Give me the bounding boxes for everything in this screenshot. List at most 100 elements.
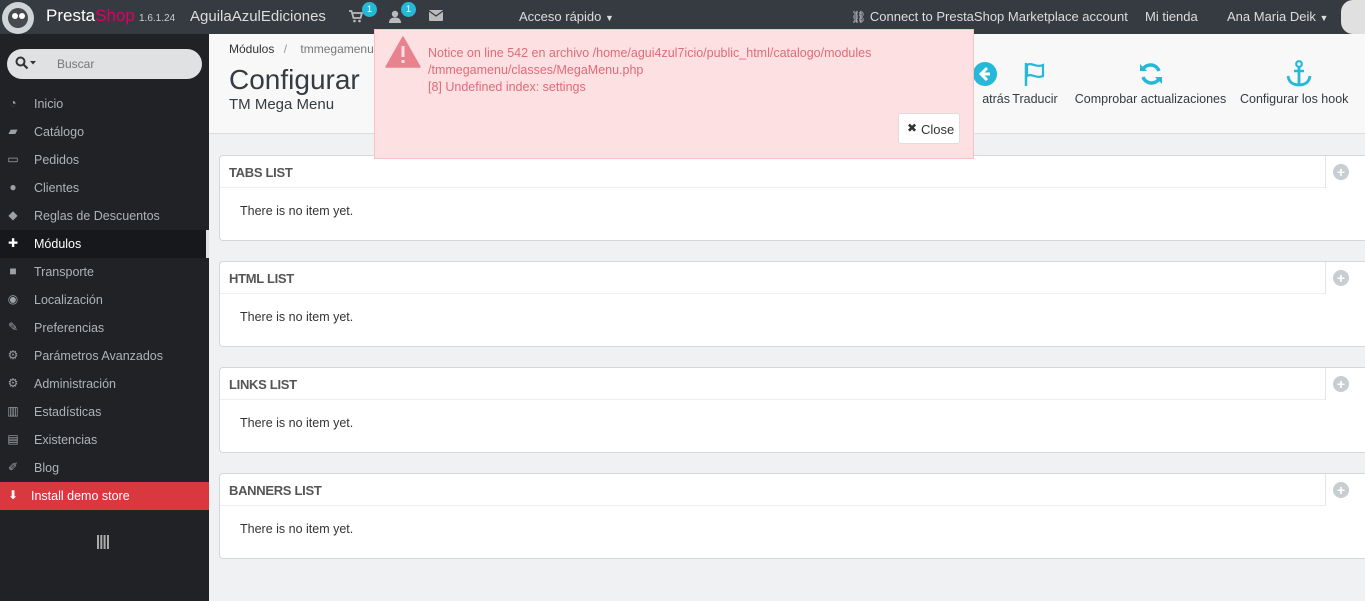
truck-icon: ■ xyxy=(9,264,17,278)
sidebar-item-label: Administración xyxy=(34,377,116,391)
brand-shop: Shop xyxy=(95,6,135,25)
panel-heading: BANNERS LIST xyxy=(220,474,1325,506)
check-updates-label: Comprobar actualizaciones xyxy=(1074,92,1227,106)
plus-circle-icon: + xyxy=(1333,164,1349,180)
caret-down-icon: ▼ xyxy=(605,13,614,23)
sidebar-item-catalogo[interactable]: ▰ Catálogo xyxy=(0,118,209,146)
panel-heading: HTML LIST xyxy=(220,262,1325,294)
connect-marketplace-link[interactable]: ⛓ Connect to PrestaShop Marketplace acco… xyxy=(851,9,1128,24)
page-title: Configurar xyxy=(229,64,360,95)
empty-message: There is no item yet. xyxy=(240,416,354,430)
plus-circle-icon: + xyxy=(1333,376,1349,392)
sidebar-item-label: Install demo store xyxy=(31,489,130,503)
quick-access-label: Acceso rápido xyxy=(519,9,602,24)
notice-line-2: /tmmegamenu/classes/MegaMenu.php xyxy=(428,63,644,77)
sidebar-item-existencias[interactable]: ▤ Existencias xyxy=(0,426,209,454)
add-link-button[interactable]: + xyxy=(1325,368,1365,400)
orders-badge: 1 xyxy=(362,2,377,17)
add-html-button[interactable]: + xyxy=(1325,262,1365,294)
sidebar-item-clientes[interactable]: ● Clientes xyxy=(0,174,209,202)
breadcrumb-root[interactable]: Módulos xyxy=(229,42,274,56)
quick-access-dropdown[interactable]: Acceso rápido ▼ xyxy=(519,9,614,24)
translate-button[interactable]: Traducir xyxy=(1010,56,1060,106)
sidebar-item-estadisticas[interactable]: ▥ Estadísticas xyxy=(0,398,209,426)
collapse-sidebar-icon[interactable] xyxy=(97,535,109,552)
sidebar-item-inicio[interactable]: ◔ Inicio xyxy=(0,90,209,118)
close-label: Close xyxy=(921,122,955,137)
credit-card-icon: ▭ xyxy=(7,152,19,166)
configure-hooks-button[interactable]: Configurar los hook xyxy=(1240,56,1365,106)
avatar[interactable] xyxy=(1341,0,1365,34)
notice-line-1: Notice on line 542 en archivo /home/agui… xyxy=(428,46,872,60)
user-menu[interactable]: Ana Maria Deik ▼ xyxy=(1227,9,1328,24)
refresh-icon xyxy=(1073,56,1228,92)
shop-name-link[interactable]: AguilaAzulEdiciones xyxy=(190,8,326,25)
html-list-panel: HTML LIST + There is no item yet. xyxy=(219,261,1365,347)
check-updates-button[interactable]: Comprobar actualizaciones xyxy=(1073,56,1228,106)
panel-title: LINKS LIST xyxy=(229,377,297,392)
download-icon: ⬇ xyxy=(7,488,19,502)
cog-icon: ⚙ xyxy=(7,376,19,390)
sidebar-item-label: Estadísticas xyxy=(34,405,102,419)
sidebar-item-label: Parámetros Avanzados xyxy=(34,349,164,363)
close-button[interactable]: ✖ Close xyxy=(898,113,960,144)
sidebar-item-label: Catálogo xyxy=(34,125,85,139)
sidebar-item-label: Reglas de Descuentos xyxy=(34,209,160,223)
my-store-link[interactable]: Mi tienda xyxy=(1145,9,1198,24)
add-banner-button[interactable]: + xyxy=(1325,474,1365,506)
page-subtitle: TM Mega Menu xyxy=(229,96,335,113)
panel-title: TABS LIST xyxy=(229,165,293,180)
archive-icon: ▤ xyxy=(7,432,19,446)
sidebar-item-label: Existencias xyxy=(34,433,98,447)
sidebar-item-blog[interactable]: ✐ Blog xyxy=(0,454,209,482)
panel-heading: TABS LIST xyxy=(220,156,1325,188)
brand-name[interactable]: PrestaShop xyxy=(46,6,135,26)
sidebar-item-descuentos[interactable]: ◆ Reglas de Descuentos xyxy=(0,202,209,230)
sidebar-item-transporte[interactable]: ■ Transporte xyxy=(0,258,209,286)
banners-list-panel: BANNERS LIST + There is no item yet. xyxy=(219,473,1365,559)
sidebar-item-preferencias[interactable]: ✎ Preferencias xyxy=(0,314,209,342)
customers-badge: 1 xyxy=(401,2,416,17)
sidebar: Buscar ◔ Inicio ▰ Catálogo ▭ Pedidos ● C… xyxy=(0,34,209,601)
wrench-icon: ✎ xyxy=(7,320,19,334)
anchor-icon xyxy=(1240,56,1365,92)
error-notice: Notice on line 542 en archivo /home/agui… xyxy=(374,29,974,159)
sidebar-item-label: Pedidos xyxy=(34,153,80,167)
breadcrumb: Módulos / tmmegamenu xyxy=(229,42,374,56)
sidebar-item-modulos[interactable]: ✚ Módulos xyxy=(0,230,209,258)
notice-message: Notice on line 542 en archivo /home/agui… xyxy=(428,45,871,96)
close-icon: ✖ xyxy=(907,121,918,135)
sidebar-item-label: Módulos xyxy=(34,237,82,251)
dashboard-icon: ◔ xyxy=(9,96,17,110)
sidebar-item-label: Inicio xyxy=(34,97,64,111)
tabs-list-panel: TABS LIST + There is no item yet. xyxy=(219,155,1365,241)
sidebar-item-parametros[interactable]: ⚙ Parámetros Avanzados xyxy=(0,342,209,370)
connect-label: Connect to PrestaShop Marketplace accoun… xyxy=(869,9,1128,24)
sidebar-item-administracion[interactable]: ⚙ Administración xyxy=(0,370,209,398)
search-icon[interactable] xyxy=(15,56,37,73)
prestashop-logo[interactable] xyxy=(2,2,34,34)
panel-title: HTML LIST xyxy=(229,271,294,286)
plus-circle-icon: + xyxy=(1333,482,1349,498)
link-broken-icon: ⛓ xyxy=(851,10,867,24)
install-demo-store-button[interactable]: ⬇ Install demo store xyxy=(0,482,209,510)
envelope-icon[interactable] xyxy=(428,10,445,24)
sidebar-item-localizacion[interactable]: ◉ Localización xyxy=(0,286,209,314)
flag-icon xyxy=(1010,56,1060,92)
sidebar-item-label: Transporte xyxy=(34,265,94,279)
sidebar-item-label: Blog xyxy=(34,461,60,475)
sidebar-item-pedidos[interactable]: ▭ Pedidos xyxy=(0,146,209,174)
puzzle-icon: ✚ xyxy=(7,236,19,250)
links-list-panel: LINKS LIST + There is no item yet. xyxy=(219,367,1365,453)
user-name: Ana Maria Deik xyxy=(1227,9,1316,24)
empty-message: There is no item yet. xyxy=(240,310,354,324)
plus-circle-icon: + xyxy=(1333,270,1349,286)
search-bar[interactable]: Buscar xyxy=(7,49,202,79)
search-input[interactable]: Buscar xyxy=(57,57,94,71)
users-icon: ● xyxy=(9,180,17,194)
book-icon: ▰ xyxy=(8,124,18,138)
sidebar-item-label: Preferencias xyxy=(34,321,105,335)
configure-hooks-label: Configurar los hook xyxy=(1240,92,1349,106)
globe-icon: ◉ xyxy=(7,292,19,306)
add-tab-button[interactable]: + xyxy=(1325,156,1365,188)
